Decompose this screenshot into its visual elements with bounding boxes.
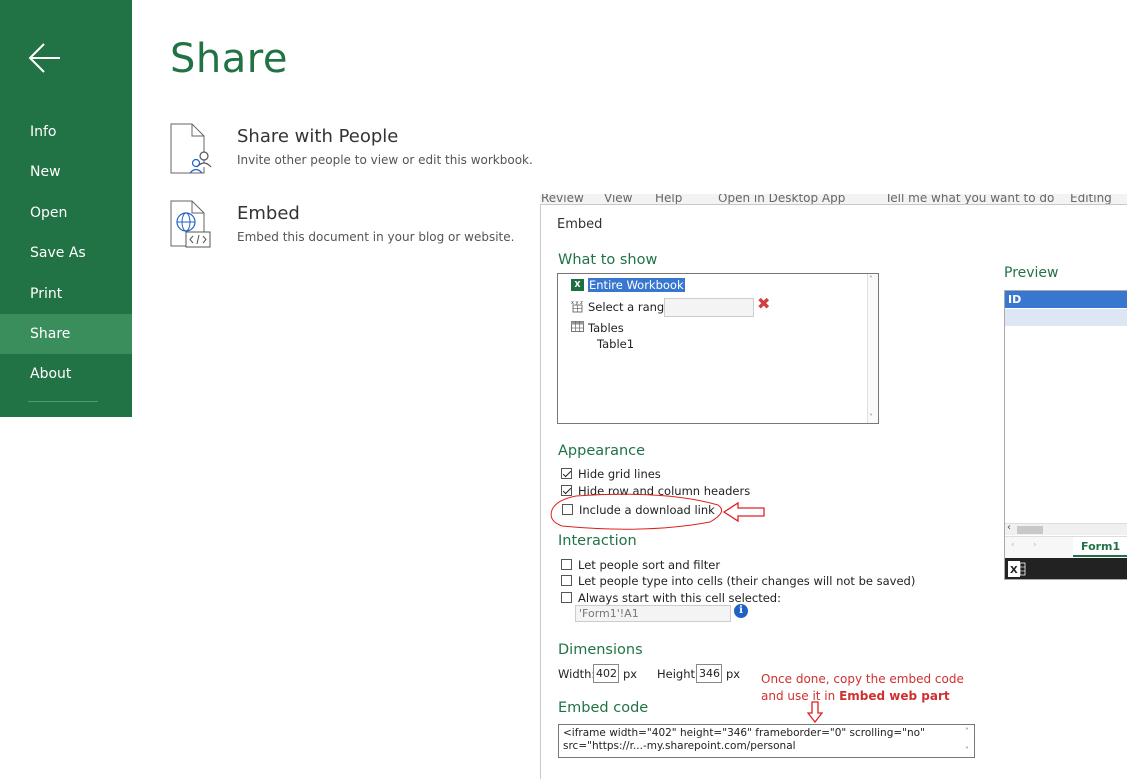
scroll-left-icon[interactable]: ‹: [1007, 522, 1011, 533]
nav-item-save-as[interactable]: Save As: [0, 233, 132, 273]
preview-sheet-tabs: ‹ › Form1: [1005, 536, 1127, 558]
annotation-line1: Once done, copy the embed code: [761, 672, 964, 686]
nav-item-open[interactable]: Open: [0, 193, 132, 233]
what-to-show-heading: What to show: [558, 252, 658, 268]
scroll-down-icon[interactable]: ˅: [965, 744, 969, 757]
option-select-range[interactable]: Select a range:: [588, 300, 675, 314]
width-unit: px: [623, 667, 638, 681]
list-scrollbar[interactable]: ˄ ˅: [867, 274, 878, 423]
scroll-thumb[interactable]: [1017, 526, 1043, 534]
annotation-line2: and use it in Embed web part: [761, 689, 950, 703]
scroll-up-icon[interactable]: ˄: [965, 725, 969, 738]
embed-title: Embed: [237, 203, 300, 224]
checkbox-unchecked[interactable]: [561, 575, 572, 586]
preview-heading: Preview: [1004, 265, 1059, 281]
preview-hscrollbar[interactable]: ‹: [1005, 522, 1127, 535]
height-unit: px: [726, 667, 741, 681]
excel-logo-icon: X: [1008, 561, 1026, 577]
nav-item-new[interactable]: New: [0, 152, 132, 192]
width-label: Width:: [558, 667, 596, 681]
tab-next-icon[interactable]: ›: [1033, 540, 1037, 550]
option-entire-workbook[interactable]: Entire Workbook: [588, 278, 685, 292]
embed-dialog: Embed What to show X Entire Workbook x y…: [540, 204, 1127, 779]
embed-code-textarea[interactable]: <iframe width="402" height="346" framebo…: [558, 724, 975, 758]
sort-filter-checkbox[interactable]: Let people sort and filter: [561, 558, 720, 574]
preview-row: [1005, 309, 1127, 326]
width-input[interactable]: 402: [593, 664, 619, 683]
back-arrow-icon[interactable]: [27, 40, 63, 76]
checkbox-unchecked[interactable]: [561, 559, 572, 570]
dimensions-heading: Dimensions: [558, 642, 643, 658]
hide-grid-lines-checkbox[interactable]: Hide grid lines: [561, 467, 661, 483]
clear-x-icon[interactable]: ✖: [757, 294, 770, 313]
dialog-title: Embed: [557, 217, 603, 232]
annotation-note: Once done, copy the embed code and use i…: [761, 671, 964, 705]
height-label: Height:: [657, 667, 699, 681]
type-cells-checkbox[interactable]: Let people type into cells (their change…: [561, 574, 915, 590]
nav-divider: [28, 401, 98, 402]
annotation-down-arrow: [807, 701, 823, 723]
share-people-icon: [170, 123, 212, 174]
what-to-show-list[interactable]: X Entire Workbook x y z Select a range: …: [557, 273, 879, 424]
appearance-heading: Appearance: [558, 443, 646, 459]
excel-icon: X: [571, 279, 584, 291]
page-title: Share: [170, 36, 288, 82]
range-icon: x y z: [571, 300, 583, 313]
share-with-people-option[interactable]: Share with People Invite other people to…: [168, 123, 533, 178]
embed-desc: Embed this document in your blog or webs…: [237, 230, 515, 244]
annotation-ellipse: [550, 493, 765, 530]
table-icon: [571, 321, 584, 332]
embed-code-line2: src="https://r...-my.sharepoint.com/pers…: [563, 740, 796, 752]
code-scrollbar[interactable]: ˄ ˅: [963, 725, 974, 757]
tab-prev-icon[interactable]: ‹: [1011, 540, 1015, 550]
nav-item-about[interactable]: About: [0, 354, 132, 394]
interaction-heading: Interaction: [558, 533, 637, 549]
height-input[interactable]: 346: [696, 664, 722, 683]
option-table1[interactable]: Table1: [597, 337, 634, 351]
embed-code-line1: <iframe width="402" height="346" framebo…: [563, 727, 925, 739]
option-tables[interactable]: Tables: [588, 321, 624, 335]
sheet-tab-form1[interactable]: Form1: [1073, 537, 1127, 557]
embed-option[interactable]: Embed Embed this document in your blog o…: [168, 200, 514, 255]
share-with-people-desc: Invite other people to view or edit this…: [237, 153, 533, 167]
preview-pane: ID ‹ ‹ › Form1 X: [1004, 290, 1127, 580]
nav-item-print[interactable]: Print: [0, 274, 132, 314]
nav-item-info[interactable]: Info: [0, 112, 132, 152]
preview-status-bar: X: [1005, 558, 1127, 579]
scroll-down-icon[interactable]: ˅: [869, 413, 873, 422]
range-input[interactable]: [664, 298, 754, 317]
start-cell-input[interactable]: 'Form1'!A1: [575, 605, 731, 622]
checkbox-unchecked[interactable]: [561, 592, 572, 603]
checkbox-checked[interactable]: [561, 468, 572, 479]
preview-column-header: ID: [1005, 291, 1127, 308]
nav-item-share[interactable]: Share: [0, 314, 132, 354]
annotation-bold: Embed web part: [839, 689, 950, 703]
svg-text:X: X: [1010, 565, 1018, 576]
embed-code-heading: Embed code: [558, 700, 649, 716]
backstage-sidebar: Info New Open Save As Print Share About: [0, 0, 132, 417]
embed-globe-icon: [170, 200, 211, 248]
share-with-people-title: Share with People: [237, 126, 399, 147]
info-icon[interactable]: i: [734, 604, 748, 618]
scroll-up-icon[interactable]: ˄: [869, 275, 873, 284]
